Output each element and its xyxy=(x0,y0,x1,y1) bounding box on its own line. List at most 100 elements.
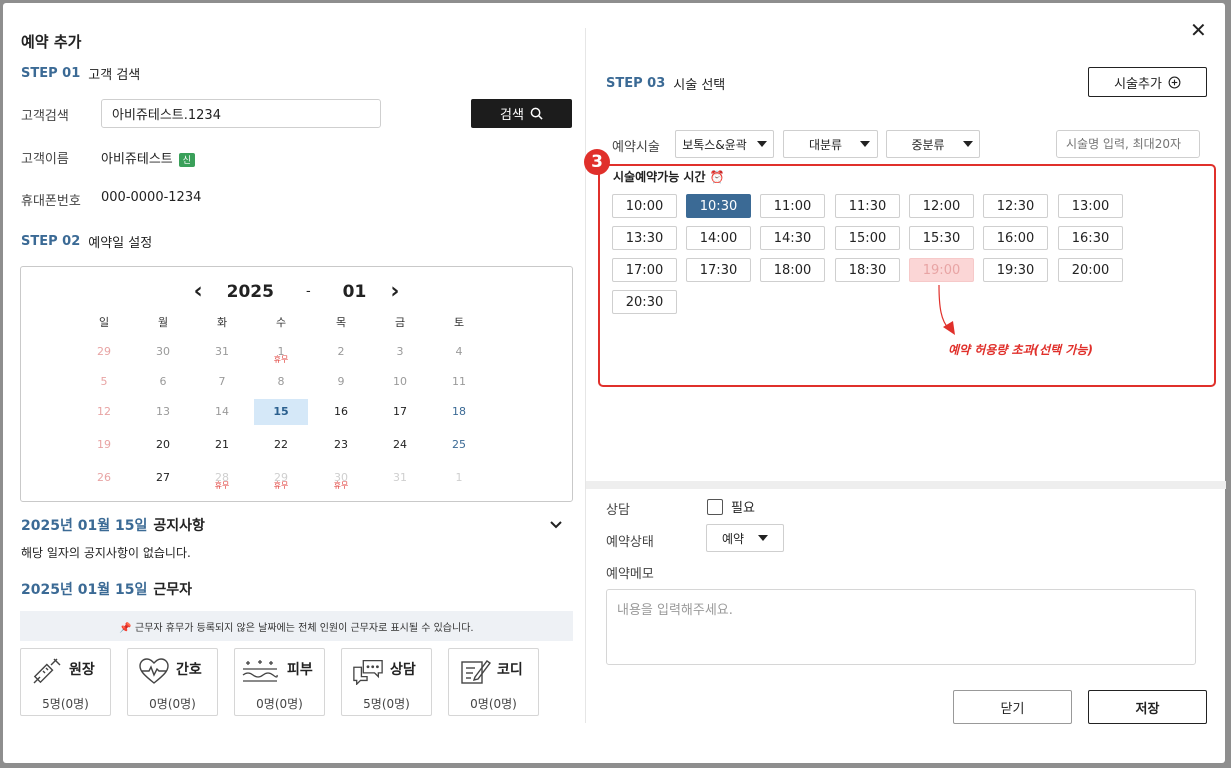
modal-title: 예약 추가 xyxy=(21,33,82,51)
notice-date: 2025년 01월 15일 xyxy=(21,518,148,534)
section-divider xyxy=(586,481,1226,489)
dropdown-icon xyxy=(758,535,769,541)
day-number: 31 xyxy=(215,345,229,358)
calendar-day[interactable]: 11 xyxy=(432,369,486,395)
calendar-day[interactable]: 26 xyxy=(77,465,131,491)
middle-category-select[interactable]: 중분류 xyxy=(886,130,980,158)
time-slot[interactable]: 11:00 xyxy=(760,194,825,218)
staff-info-bar: 📌 근무자 휴무가 등록되지 않은 날짜에는 전체 인원이 근무자로 표시될 수… xyxy=(20,611,573,641)
major-category-select[interactable]: 대분류 xyxy=(783,130,878,158)
add-treatment-button[interactable]: 시술추가 xyxy=(1088,67,1207,97)
close-button[interactable]: 닫기 xyxy=(953,690,1072,724)
staff-name: 피부 xyxy=(287,662,313,678)
treatment-search-input[interactable] xyxy=(1056,130,1200,158)
calendar-day[interactable]: 23 xyxy=(314,432,368,458)
calendar-day[interactable]: 20 xyxy=(136,432,190,458)
time-slot[interactable]: 19:30 xyxy=(983,258,1048,282)
time-slot[interactable]: 15:30 xyxy=(909,226,974,250)
day-number: 3 xyxy=(396,345,404,358)
calendar-day[interactable]: 18 xyxy=(432,399,486,425)
day-number: 9 xyxy=(337,375,345,388)
customer-search-label: 고객검색 xyxy=(21,109,69,124)
calendar-day[interactable]: 27 xyxy=(136,465,190,491)
calendar-day[interactable]: 7 xyxy=(195,369,249,395)
calendar-day: 31 xyxy=(373,465,427,491)
consult-check-label: 필요 xyxy=(731,501,755,516)
search-button[interactable]: 검색 xyxy=(471,99,572,128)
step2-num: STEP 02 xyxy=(21,234,81,249)
calendar-day[interactable]: 13 xyxy=(136,399,190,425)
staff-card-director: 원장 5명(0명) xyxy=(20,648,111,716)
calendar-day[interactable]: 19 xyxy=(77,432,131,458)
calendar-day[interactable]: 6 xyxy=(136,369,190,395)
time-slot[interactable]: 10:00 xyxy=(612,194,677,218)
day-number: 10 xyxy=(393,375,407,388)
select-value: 중분류 xyxy=(911,137,945,152)
calendar-day[interactable]: 16 xyxy=(314,399,368,425)
time-slot[interactable]: 20:00 xyxy=(1058,258,1123,282)
save-button[interactable]: 저장 xyxy=(1088,690,1207,724)
staff-count: 0명(0명) xyxy=(470,697,517,711)
calendar-day: 4 xyxy=(432,339,486,365)
calendar-day: 30 휴무 xyxy=(314,465,368,491)
consult-checkbox[interactable] xyxy=(707,498,723,515)
time-slot[interactable]: 12:00 xyxy=(909,194,974,218)
skin-icon xyxy=(242,660,278,682)
available-times-title: 시술예약가능 시간 ⏰ xyxy=(613,170,725,184)
weekday-label: 수 xyxy=(275,316,287,329)
calendar-day: 29 휴무 xyxy=(254,465,308,491)
calendar-day[interactable]: 22 xyxy=(254,432,308,458)
time-slot[interactable]: 15:00 xyxy=(835,226,900,250)
notice-header: 2025년 01월 15일 공지사항 xyxy=(21,515,205,535)
calendar-day[interactable]: 25 xyxy=(432,432,486,458)
time-slot[interactable]: 20:30 xyxy=(612,290,677,314)
time-slot[interactable]: 17:30 xyxy=(686,258,751,282)
calendar-day[interactable]: 24 xyxy=(373,432,427,458)
day-number: 17 xyxy=(393,405,407,418)
time-slot[interactable]: 19:00 xyxy=(909,258,974,282)
weekday-label: 목 xyxy=(335,316,347,329)
calendar-day[interactable]: 14 xyxy=(195,399,249,425)
time-slot[interactable]: 14:30 xyxy=(760,226,825,250)
time-slot[interactable]: 17:00 xyxy=(612,258,677,282)
time-slot[interactable]: 13:00 xyxy=(1058,194,1123,218)
calendar-day: 31 xyxy=(195,339,249,365)
calendar-day[interactable]: 5 xyxy=(77,369,131,395)
day-number: 18 xyxy=(452,405,466,418)
time-slot[interactable]: 11:30 xyxy=(835,194,900,218)
time-slot[interactable]: 16:30 xyxy=(1058,226,1123,250)
calendar-day[interactable]: 9 xyxy=(314,369,368,395)
notice-empty-text: 해당 일자의 공지사항이 없습니다. xyxy=(21,546,191,560)
close-icon[interactable]: ✕ xyxy=(1190,18,1207,42)
staff-count: 5명(0명) xyxy=(42,697,89,711)
heartbeat-icon xyxy=(139,658,169,684)
calendar-day[interactable]: 12 xyxy=(77,399,131,425)
treatment-category-select[interactable]: 보톡스&윤곽 xyxy=(675,130,774,158)
calendar-day[interactable]: 21 xyxy=(195,432,249,458)
time-slot[interactable]: 18:30 xyxy=(835,258,900,282)
step3-header: STEP 03 시술 선택 xyxy=(606,74,725,93)
status-select[interactable]: 예약 xyxy=(706,524,784,552)
day-number: 20 xyxy=(156,438,170,451)
time-slot[interactable]: 14:00 xyxy=(686,226,751,250)
calendar-day[interactable]: 10 xyxy=(373,369,427,395)
time-slot[interactable]: 13:30 xyxy=(612,226,677,250)
time-slot[interactable]: 10:30 xyxy=(686,194,751,218)
memo-textarea[interactable]: 내용을 입력해주세요. xyxy=(606,589,1196,665)
consult-label: 상담 xyxy=(606,503,630,518)
customer-search-input[interactable]: 아비쥬테스트.1234 xyxy=(101,99,381,128)
time-slot[interactable]: 18:00 xyxy=(760,258,825,282)
day-number: 6 xyxy=(159,375,167,388)
time-slot[interactable]: 16:00 xyxy=(983,226,1048,250)
prev-month-icon[interactable]: ‹ xyxy=(194,279,203,304)
day-number: 2 xyxy=(337,345,345,358)
chevron-down-icon[interactable] xyxy=(549,520,563,530)
customer-name-label: 고객이름 xyxy=(21,152,69,167)
time-slot[interactable]: 12:30 xyxy=(983,194,1048,218)
day-number: 19 xyxy=(97,438,111,451)
calendar-day[interactable]: 17 xyxy=(373,399,427,425)
next-month-icon[interactable]: › xyxy=(390,279,399,304)
calendar-day[interactable]: 8 xyxy=(254,369,308,395)
calendar-day[interactable]: 15 xyxy=(254,399,308,425)
consult-needed: 필요 xyxy=(707,497,755,516)
